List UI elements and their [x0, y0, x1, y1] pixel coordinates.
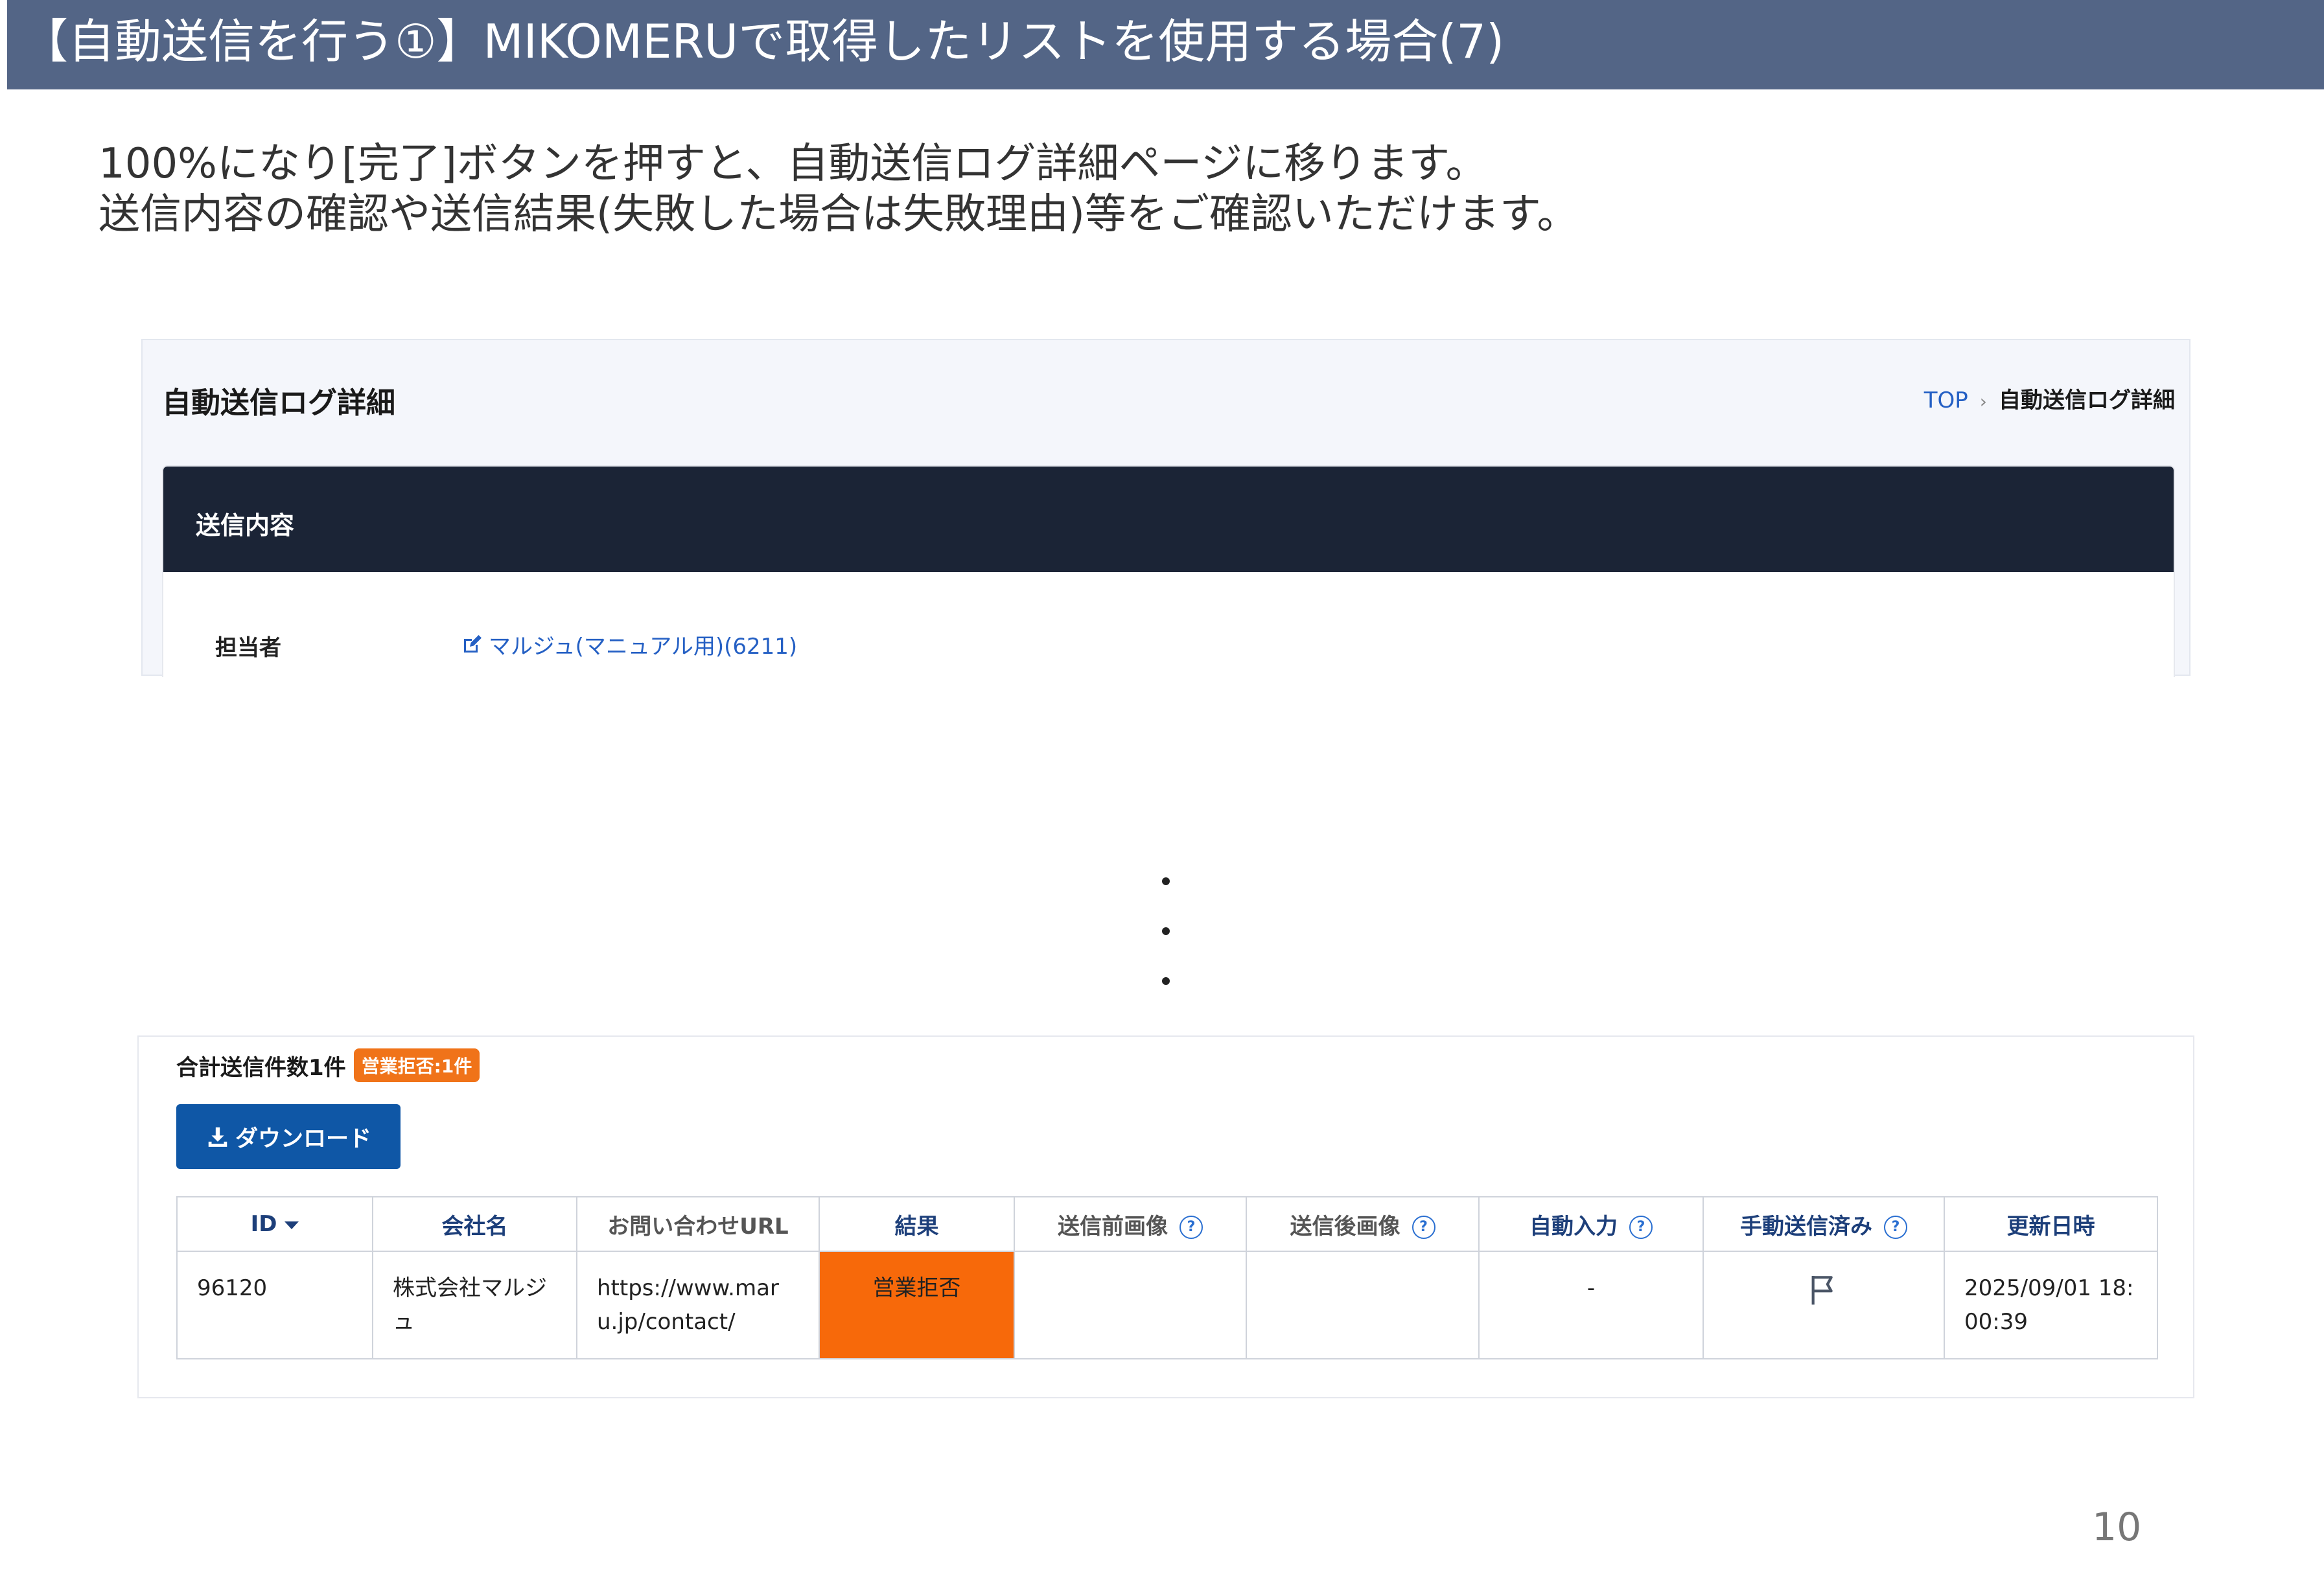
column-header-company: 会社名: [372, 1196, 577, 1252]
download-button[interactable]: ダウンロード: [176, 1104, 401, 1169]
send-results-screenshot: 合計送信件数1件 営業拒否:1件 ダウンロード ID 会社名 お問い合わせURL…: [137, 1035, 2194, 1398]
total-count-label: 合計送信件数1件: [176, 1054, 346, 1081]
breadcrumb-current: 自動送信ログ詳細: [1999, 387, 2175, 413]
column-after-image-label: 送信後画像: [1290, 1213, 1400, 1240]
cell-auto-input: -: [1478, 1251, 1704, 1359]
column-before-image-label: 送信前画像: [1058, 1213, 1168, 1240]
breadcrumb-top-link[interactable]: TOP: [1924, 387, 1968, 413]
cell-manual-sent: [1702, 1251, 1945, 1359]
assignee-link[interactable]: マルジュ(マニュアル用)(6211): [460, 629, 797, 660]
cell-after-image: [1246, 1251, 1480, 1359]
ellipsis-dot: [1162, 927, 1170, 935]
assignee-value: マルジュ(マニュアル用)(6211): [489, 634, 798, 660]
column-manual-sent-label: 手動送信済み: [1740, 1213, 1872, 1240]
help-icon[interactable]: ?: [1179, 1216, 1203, 1239]
breadcrumb-separator: ›: [1979, 391, 1987, 412]
edit-icon: [464, 634, 482, 653]
column-header-id[interactable]: ID: [176, 1196, 373, 1252]
column-header-result: 結果: [819, 1196, 1015, 1252]
cell-id: 96120: [176, 1251, 373, 1359]
send-content-card: 送信内容 担当者 マルジュ(マニュアル用)(6211): [162, 465, 2175, 677]
intro-text: 100%になり[完了]ボタンを押すと、自動送信ログ詳細ページに移ります。 送信内…: [99, 139, 1579, 240]
cell-contact-url-link[interactable]: https://www.maru.jp/contact/: [576, 1251, 820, 1359]
assignee-label: 担当者: [215, 635, 281, 661]
table-row: 96120 株式会社マルジュ https://www.maru.jp/conta…: [176, 1251, 2158, 1359]
column-header-before-image: 送信前画像?: [1014, 1196, 1247, 1252]
download-icon: [208, 1127, 227, 1147]
page-title: 自動送信ログ詳細: [162, 386, 396, 420]
column-header-after-image: 送信後画像?: [1246, 1196, 1480, 1252]
column-header-manual-sent: 手動送信済み?: [1702, 1196, 1945, 1252]
refusal-count-badge: 営業拒否:1件: [353, 1048, 480, 1082]
column-header-auto-input: 自動入力?: [1478, 1196, 1704, 1252]
download-label: ダウンロード: [235, 1126, 371, 1152]
column-header-updated: 更新日時: [1944, 1196, 2158, 1252]
cell-updated: 2025/09/01 18:00:39: [1944, 1251, 2158, 1359]
send-log-table: ID 会社名 お問い合わせURL 結果 送信前画像? 送信後画像? 自動入力? …: [176, 1196, 2158, 1359]
cell-result: 営業拒否: [819, 1251, 1015, 1359]
column-id-label: ID: [250, 1211, 277, 1237]
intro-line-2: 送信内容の確認や送信結果(失敗した場合は失敗理由)等をご確認いただけます。: [99, 191, 1579, 238]
log-detail-header-screenshot: 自動送信ログ詳細 TOP › 自動送信ログ詳細 送信内容 担当者 マルジュ(マニュア…: [141, 339, 2190, 677]
ellipsis-dot: [1162, 977, 1170, 985]
title-banner: 【自動送信を行う①】MIKOMERUで取得したリストを使用する場合(7): [7, 0, 2324, 89]
send-content-title: 送信内容: [196, 511, 295, 540]
page-number: 10: [2092, 1505, 2142, 1550]
total-count: 合計送信件数1件 営業拒否:1件: [176, 1048, 480, 1082]
flag-icon[interactable]: [1806, 1271, 1842, 1308]
help-icon[interactable]: ?: [1884, 1216, 1907, 1239]
cell-company: 株式会社マルジュ: [372, 1251, 577, 1359]
column-header-contact-url: お問い合わせURL: [576, 1196, 820, 1252]
send-content-header: 送信内容: [163, 467, 2174, 572]
help-icon[interactable]: ?: [1412, 1216, 1435, 1239]
table-header-row: ID 会社名 お問い合わせURL 結果 送信前画像? 送信後画像? 自動入力? …: [176, 1196, 2158, 1252]
cell-before-image: [1014, 1251, 1247, 1359]
column-auto-input-label: 自動入力: [1529, 1213, 1618, 1240]
breadcrumb: TOP › 自動送信ログ詳細: [1924, 382, 2175, 414]
slide-title: 【自動送信を行う①】MIKOMERUで取得したリストを使用する場合(7): [21, 14, 1505, 69]
help-icon[interactable]: ?: [1629, 1216, 1653, 1239]
sort-down-icon: [285, 1221, 299, 1229]
ellipsis-dot: [1162, 877, 1170, 885]
intro-line-1: 100%になり[完了]ボタンを押すと、自動送信ログ詳細ページに移ります。: [99, 140, 1487, 188]
